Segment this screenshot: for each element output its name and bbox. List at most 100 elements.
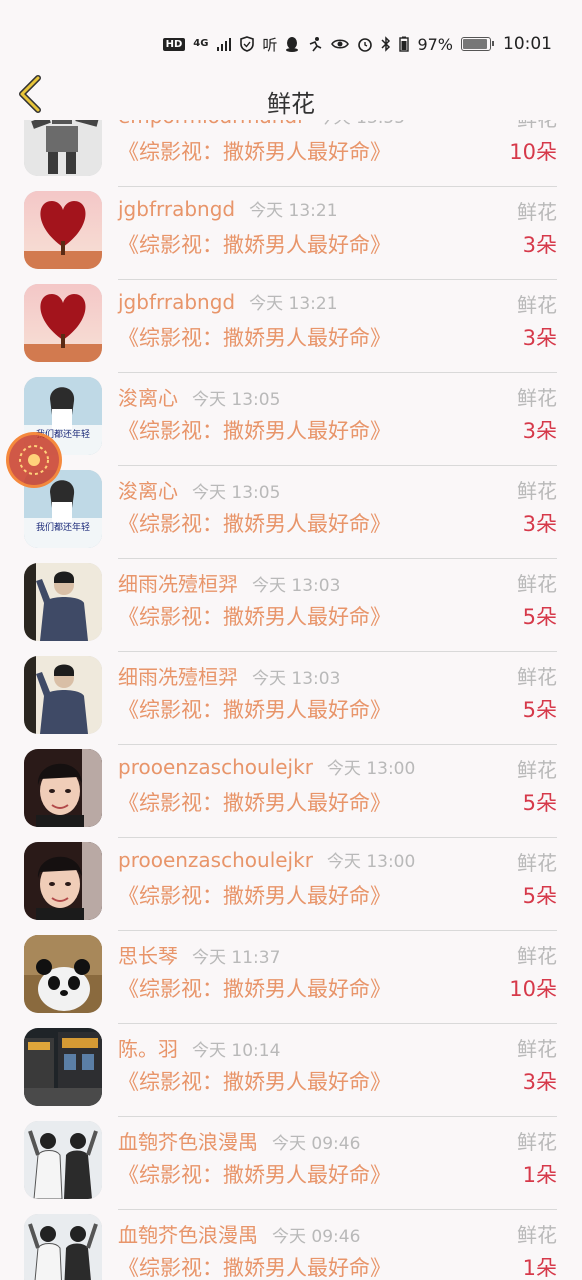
avatar[interactable]: [24, 1214, 102, 1280]
list-item[interactable]: 细雨冼殪桓羿 今天 13:03 鲜花 《综影视：撒娇男人最好命》 5朵: [0, 545, 582, 652]
gift-type: 鲜花: [517, 572, 557, 596]
book-title[interactable]: 《综影视：撒娇男人最好命》: [118, 694, 391, 724]
avatar[interactable]: [24, 749, 102, 827]
timestamp: 今天 13:21: [249, 201, 338, 221]
book-title[interactable]: 《综影视：撒娇男人最好命》: [118, 1066, 391, 1096]
username[interactable]: 浚离心: [118, 386, 178, 410]
list-content: empormioarmandi 今天 13:55 鲜花 《综影视：撒娇男人最好命》…: [0, 120, 582, 1280]
gift-type: 鲜花: [517, 386, 557, 410]
book-title[interactable]: 《综影视：撒娇男人最好命》: [118, 1159, 391, 1189]
list-item[interactable]: empormioarmandi 今天 13:55 鲜花 《综影视：撒娇男人最好命》…: [0, 120, 582, 187]
flower-count: 10朵: [509, 977, 557, 1001]
list-item[interactable]: 我们都还年轻 浚离心 今天 13:05 鲜花 《综影视：撒娇男人最好命》 3朵: [0, 452, 582, 559]
timestamp: 今天 13:21: [249, 294, 338, 314]
avatar[interactable]: [24, 284, 102, 362]
battery-small-icon: [399, 36, 410, 52]
flower-record-list[interactable]: empormioarmandi 今天 13:55 鲜花 《综影视：撒娇男人最好命》…: [0, 120, 582, 1280]
username[interactable]: 血匏芥色浪漫禺: [118, 1223, 258, 1247]
avatar[interactable]: [24, 842, 102, 920]
book-title[interactable]: 《综影视：撒娇男人最好命》: [118, 508, 391, 538]
user-info: 思长琴 今天 11:37: [118, 940, 280, 969]
book-title[interactable]: 《综影视：撒娇男人最好命》: [118, 973, 391, 1003]
timestamp: 今天 10:14: [192, 1041, 281, 1061]
username[interactable]: empormioarmandi: [118, 120, 303, 128]
flower-count: 1朵: [522, 1163, 557, 1187]
flower-count: 5朵: [522, 884, 557, 908]
flower-count: 3朵: [522, 326, 557, 350]
username[interactable]: 陈。羽: [118, 1037, 178, 1061]
flower-count: 5朵: [522, 605, 557, 629]
user-info: 浚离心 今天 13:05: [118, 475, 280, 504]
username[interactable]: 血匏芥色浪漫禺: [118, 1130, 258, 1154]
battery-icon: [461, 37, 494, 51]
gift-type: 鲜花: [517, 200, 557, 224]
timestamp: 今天 09:46: [272, 1227, 361, 1247]
avatar[interactable]: [24, 191, 102, 269]
gift-type: 鲜花: [517, 293, 557, 317]
user-info: jgbfrrabngd 今天 13:21: [118, 196, 338, 221]
user-info: jgbfrrabngd 今天 13:21: [118, 289, 338, 314]
username[interactable]: prooenzaschoulejkr: [118, 848, 313, 872]
username[interactable]: 浚离心: [118, 479, 178, 503]
battery-percent: 97%: [417, 34, 453, 54]
user-info: prooenzaschoulejkr 今天 13:00: [118, 754, 415, 779]
status-icons: HD 4G 听 97% 10:01: [162, 32, 552, 56]
timestamp: 今天 09:46: [272, 1134, 361, 1154]
list-item[interactable]: 血匏芥色浪漫禺 今天 09:46 鲜花 《综影视：撒娇男人最好命》 1朵: [0, 1103, 582, 1210]
list-item[interactable]: prooenzaschoulejkr 今天 13:00 鲜花 《综影视：撒娇男人最…: [0, 731, 582, 838]
shield-icon: [240, 36, 255, 52]
book-title[interactable]: 《综影视：撒娇男人最好命》: [118, 322, 391, 352]
flower-count: 1朵: [522, 1256, 557, 1280]
list-item[interactable]: 细雨冼殪桓羿 今天 13:03 鲜花 《综影视：撒娇男人最好命》 5朵: [0, 638, 582, 745]
flower-count: 3朵: [522, 419, 557, 443]
avatar[interactable]: [24, 1028, 102, 1106]
page-title: 鲜花: [267, 90, 315, 118]
floating-ball-icon: [19, 445, 49, 475]
timestamp: 今天 13:00: [326, 852, 416, 872]
list-item[interactable]: prooenzaschoulejkr 今天 13:00 鲜花 《综影视：撒娇男人最…: [0, 824, 582, 931]
list-item[interactable]: 我们都还年轻 浚离心 今天 13:05 鲜花 《综影视：撒娇男人最好命》 3朵: [0, 359, 582, 466]
avatar[interactable]: [24, 935, 102, 1013]
book-title[interactable]: 《综影视：撒娇男人最好命》: [118, 787, 391, 817]
signal-icon: [217, 38, 232, 51]
book-title[interactable]: 《综影视：撒娇男人最好命》: [118, 136, 391, 166]
avatar[interactable]: [24, 656, 102, 734]
book-title[interactable]: 《综影视：撒娇男人最好命》: [118, 1252, 391, 1280]
user-info: prooenzaschoulejkr 今天 13:00: [118, 847, 415, 872]
qq-icon: [286, 37, 299, 52]
timestamp: 今天 13:00: [326, 759, 416, 779]
gift-type: 鲜花: [517, 1223, 557, 1247]
username[interactable]: jgbfrrabngd: [118, 197, 235, 221]
list-item[interactable]: 陈。羽 今天 10:14 鲜花 《综影视：撒娇男人最好命》 3朵: [0, 1010, 582, 1117]
gift-type: 鲜花: [517, 1130, 557, 1154]
list-item[interactable]: jgbfrrabngd 今天 13:21 鲜花 《综影视：撒娇男人最好命》 3朵: [0, 173, 582, 280]
clock: 10:01: [503, 34, 552, 54]
book-title[interactable]: 《综影视：撒娇男人最好命》: [118, 880, 391, 910]
gift-type: 鲜花: [517, 120, 557, 132]
username[interactable]: jgbfrrabngd: [118, 290, 235, 314]
username[interactable]: 思长琴: [118, 944, 178, 968]
username[interactable]: 细雨冼殪桓羿: [118, 572, 238, 596]
list-item[interactable]: 血匏芥色浪漫禺 今天 09:46 鲜花 《综影视：撒娇男人最好命》 1朵: [0, 1196, 582, 1280]
avatar[interactable]: [24, 563, 102, 641]
timestamp: 今天 13:05: [192, 390, 281, 410]
timestamp: 今天 13:05: [192, 483, 281, 503]
avatar[interactable]: [24, 1121, 102, 1199]
book-title[interactable]: 《综影视：撒娇男人最好命》: [118, 601, 391, 631]
book-title[interactable]: 《综影视：撒娇男人最好命》: [118, 415, 391, 445]
list-item[interactable]: jgbfrrabngd 今天 13:21 鲜花 《综影视：撒娇男人最好命》 3朵: [0, 266, 582, 373]
flower-count: 3朵: [522, 233, 557, 257]
gift-type: 鲜花: [517, 1037, 557, 1061]
gift-type: 鲜花: [517, 758, 557, 782]
username[interactable]: 细雨冼殪桓羿: [118, 665, 238, 689]
flower-count: 10朵: [509, 140, 557, 164]
avatar[interactable]: [24, 120, 102, 176]
book-title[interactable]: 《综影视：撒娇男人最好命》: [118, 229, 391, 259]
alarm-icon: [358, 38, 373, 52]
flower-count: 5朵: [522, 791, 557, 815]
username[interactable]: prooenzaschoulejkr: [118, 755, 313, 779]
gift-type: 鲜花: [517, 479, 557, 503]
floating-ball[interactable]: [6, 432, 62, 488]
list-item[interactable]: 思长琴 今天 11:37 鲜花 《综影视：撒娇男人最好命》 10朵: [0, 917, 582, 1024]
user-info: 细雨冼殪桓羿 今天 13:03: [118, 661, 340, 690]
